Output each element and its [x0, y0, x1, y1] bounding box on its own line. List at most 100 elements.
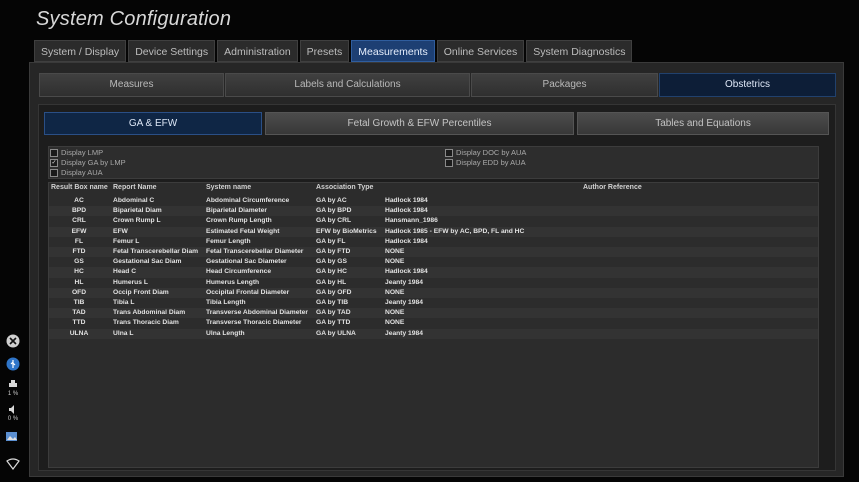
table-row[interactable]: TIB Tibia L Tibia Length GA by TIB Jeanty 19… [49, 298, 818, 308]
speaker-icon[interactable] [5, 405, 21, 416]
close-icon[interactable] [5, 334, 21, 350]
tab-presets[interactable]: Presets [299, 40, 350, 62]
cell-report-name: Crown Rump L [113, 217, 161, 225]
option-display-lmp[interactable]: Display LMP [50, 148, 103, 157]
cell-author-reference: Hadlock 1985 - EFW by AC, BPD, FL and HC [385, 227, 525, 235]
printer-icon[interactable] [5, 380, 21, 391]
option-display-edd-by-aua[interactable]: Display EDD by AUA [445, 158, 526, 167]
table-row[interactable]: CRL Crown Rump L Crown Rump Length GA by CR… [49, 216, 818, 226]
tab-fetal-growth[interactable]: Fetal Growth & EFW Percentiles [265, 112, 574, 135]
cell-report-name: Abdominal C [113, 197, 155, 204]
checkbox-icon[interactable] [50, 148, 58, 157]
cell-association-type: GA by TIB [316, 299, 349, 306]
cell-system-name: Estimated Fetal Weight [206, 227, 280, 235]
table-row[interactable]: HC Head C Head Circumference GA by HC Hadloc… [49, 267, 818, 278]
cell-result-box-name: TIB [73, 299, 85, 306]
cell-author-reference: Hadlock 1984 [385, 197, 428, 204]
table-row[interactable]: BPD Biparietal Diam Biparietal Diameter GA … [49, 206, 818, 217]
cell-association-type: GA by TTD [316, 319, 351, 327]
cell-author-reference: Jeanty 1984 [385, 329, 423, 337]
tab-online-services[interactable]: Online Services [436, 40, 525, 62]
cell-system-name: Femur Length [206, 237, 251, 245]
cell-report-name: Occip Front Diam [113, 288, 169, 296]
table-row[interactable]: HL Humerus L Humerus Length GA by HL Jeanty … [49, 278, 818, 288]
table-row[interactable]: GS Gestational Sac Diam Gestational Sac Di… [49, 257, 818, 267]
cell-report-name: Tibia L [113, 299, 135, 306]
table-row[interactable]: TAD Trans Abdominal Diam Transverse Abdomi… [49, 308, 818, 319]
cell-system-name: Gestational Sac Diameter [206, 258, 287, 266]
table-row[interactable]: TTD Trans Thoracic Diam Transverse Thoraci… [49, 318, 818, 328]
subtab-packages[interactable]: Packages [471, 73, 658, 97]
table-row[interactable]: FL Femur L Femur Length GA by FL Hadlock 198… [49, 237, 818, 247]
subtab-measures[interactable]: Measures [39, 73, 224, 97]
cell-association-type: GA by BPD [316, 207, 352, 215]
cell-system-name: Biparietal Diameter [206, 207, 267, 215]
option-display-aua[interactable]: Display AUA [50, 168, 103, 177]
cell-author-reference: Hadlock 1984 [385, 268, 428, 276]
image-export-icon[interactable] [5, 432, 21, 445]
cell-association-type: GA by GS [316, 258, 347, 266]
tab-system-diagnostics[interactable]: System Diagnostics [526, 40, 633, 62]
header-author-reference[interactable]: Author Reference [583, 183, 642, 193]
cell-system-name: Head Circumference [206, 268, 272, 276]
cell-report-name: EFW [113, 227, 128, 235]
cell-report-name: Biparietal Diam [113, 207, 162, 215]
cell-system-name: Transverse Thoracic Diameter [206, 319, 302, 327]
main-tab-bar: System / Display Device Settings Adminis… [34, 40, 634, 62]
cell-result-box-name: AC [74, 197, 84, 204]
header-system-name[interactable]: System name [206, 183, 251, 193]
table-row[interactable]: EFW EFW Estimated Fetal Weight EFW by BioMe… [49, 226, 818, 237]
tab-device-settings[interactable]: Device Settings [128, 40, 216, 62]
subtab-labels-calculations[interactable]: Labels and Calculations [225, 73, 470, 97]
cell-report-name: Trans Thoracic Diam [113, 319, 179, 327]
usb-icon[interactable] [5, 357, 21, 373]
header-report-name[interactable]: Report Name [113, 183, 157, 193]
checkbox-icon[interactable] [445, 158, 453, 167]
cell-report-name: Humerus L [113, 278, 148, 286]
tab-measurements[interactable]: Measurements [351, 40, 435, 62]
tab-ga-efw[interactable]: GA & EFW [44, 112, 262, 135]
cell-author-reference: Hadlock 1984 [385, 237, 428, 245]
cell-system-name: Ulna Length [206, 329, 245, 337]
wifi-icon[interactable] [5, 458, 21, 472]
cell-author-reference: NONE [385, 309, 405, 317]
header-association-type[interactable]: Association Type [316, 183, 373, 193]
cell-system-name: Humerus Length [206, 278, 260, 286]
option-display-doc-by-aua[interactable]: Display DOC by AUA [445, 148, 526, 157]
checkbox-checked-icon[interactable]: ✓ [50, 158, 58, 167]
cell-result-box-name: TTD [72, 319, 86, 327]
tab-administration[interactable]: Administration [217, 40, 298, 62]
checkbox-icon[interactable] [445, 148, 453, 157]
cell-report-name: Gestational Sac Diam [113, 258, 182, 266]
cell-report-name: Ulna L [113, 329, 134, 337]
table-row[interactable]: ULNA Ulna L Ulna Length GA by ULNA Jeanty 19… [49, 328, 818, 339]
option-display-ga-by-lmp[interactable]: ✓ Display GA by LMP [50, 158, 126, 167]
tab-tables-equations[interactable]: Tables and Equations [577, 112, 829, 135]
cell-system-name: Occipital Frontal Diameter [206, 288, 290, 296]
cell-result-box-name: HC [74, 268, 84, 276]
cell-association-type: EFW by BioMetrics [316, 227, 377, 235]
cell-result-box-name: HL [74, 278, 84, 286]
cell-report-name: Femur L [113, 237, 140, 245]
table-row[interactable]: FTD Fetal Transcerebellar Diam Fetal Trans… [49, 247, 818, 258]
cell-result-box-name: TAD [72, 309, 86, 317]
cell-association-type: GA by OFD [316, 288, 352, 296]
subtab-obstetrics[interactable]: Obstetrics [659, 73, 836, 97]
cell-association-type: GA by CRL [316, 217, 352, 225]
cell-system-name: Crown Rump Length [206, 217, 272, 225]
cell-result-box-name: OFD [71, 288, 87, 296]
cell-association-type: GA by FTD [316, 248, 351, 255]
table-row[interactable]: AC Abdominal C Abdominal Circumference GA b… [49, 196, 818, 206]
cell-report-name: Head C [113, 268, 137, 276]
table-row[interactable]: OFD Occip Front Diam Occipital Frontal Dia… [49, 287, 818, 298]
cell-author-reference: NONE [385, 248, 405, 255]
cell-result-box-name: FTD [72, 248, 86, 255]
cell-author-reference: Jeanty 1984 [385, 278, 423, 286]
header-result-box-name[interactable]: Result Box name [51, 183, 108, 193]
tab-system-display[interactable]: System / Display [34, 40, 127, 62]
cell-association-type: GA by HL [316, 278, 347, 286]
cell-result-box-name: ULNA [69, 329, 89, 337]
checkbox-icon[interactable] [50, 168, 58, 177]
cell-result-box-name: CRL [72, 217, 86, 225]
cell-system-name: Fetal Transcerebellar Diameter [206, 248, 304, 255]
